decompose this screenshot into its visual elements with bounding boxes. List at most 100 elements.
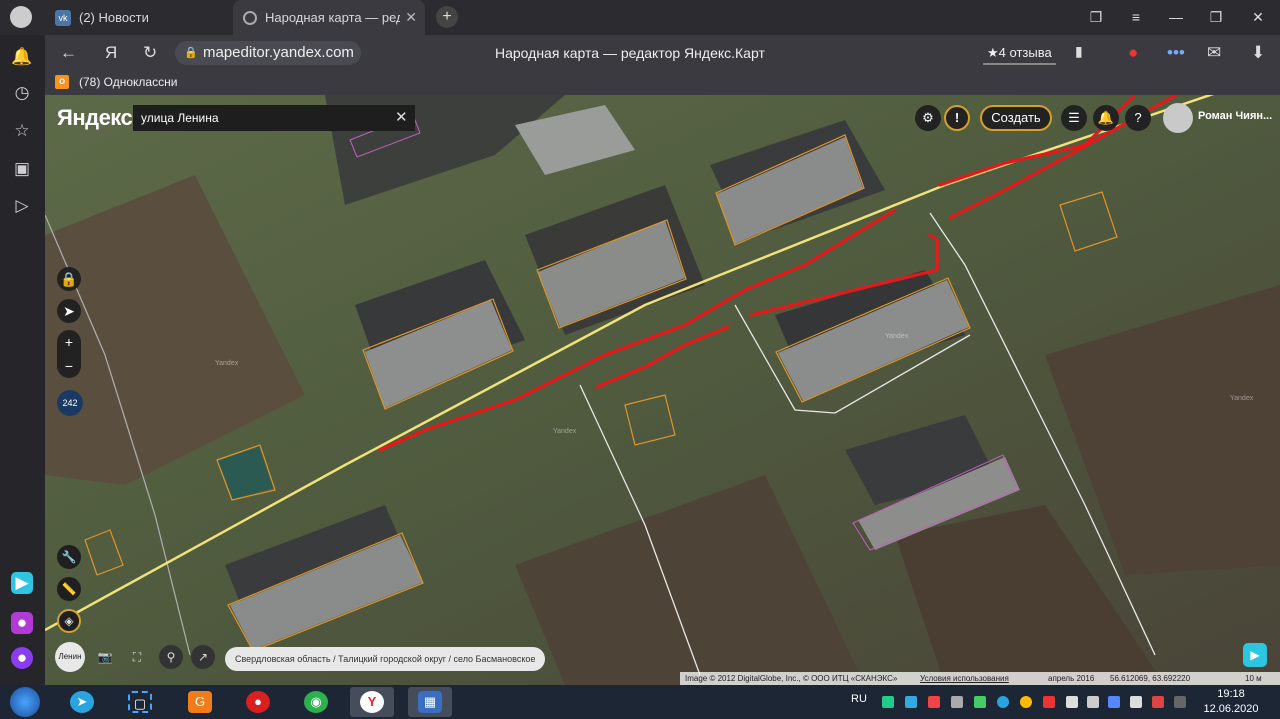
- tray-icon[interactable]: [1152, 696, 1164, 708]
- tab-map-editor-label: Народная карта — ред: [265, 10, 400, 25]
- avatar[interactable]: [1163, 103, 1193, 133]
- play-icon[interactable]: ▷: [11, 195, 33, 217]
- imagery-date: апрель 2016: [1048, 674, 1095, 683]
- notification-icon[interactable]: 🔔: [1093, 105, 1119, 131]
- minimize-icon[interactable]: —: [1164, 6, 1188, 28]
- odnoklassniki-icon: о: [55, 75, 69, 89]
- clock-time: 19:18: [1217, 688, 1245, 700]
- alert-button[interactable]: !: [944, 105, 970, 131]
- close-window-icon[interactable]: ✕: [1246, 6, 1270, 28]
- back-icon[interactable]: ←: [60, 43, 77, 63]
- bookmark-icon[interactable]: ▮: [1075, 43, 1083, 60]
- network-icon[interactable]: [1087, 696, 1099, 708]
- tray-icon[interactable]: [1108, 696, 1120, 708]
- feedback-icon[interactable]: ☰: [1061, 105, 1087, 131]
- address-bar: ← Я ↻ 🔒 mapeditor.yandex.com Народная ка…: [45, 35, 1280, 71]
- start-button[interactable]: [10, 687, 40, 717]
- tray-icon[interactable]: [1020, 696, 1032, 708]
- windows-taskbar: ➤ ▢ G ● ◉ Y ▦ RU 19:18 12.06.2020: [0, 685, 1280, 719]
- bell-icon[interactable]: 🔔: [11, 46, 33, 68]
- volume-icon[interactable]: [1130, 696, 1142, 708]
- zen-launch-icon[interactable]: ▶: [1243, 643, 1267, 667]
- wrench-icon[interactable]: 🔧: [57, 545, 81, 569]
- url-field[interactable]: 🔒 mapeditor.yandex.com: [175, 41, 361, 65]
- reviews-button[interactable]: ★4 отзыва: [983, 41, 1056, 65]
- settings-icon[interactable]: ⚙: [915, 105, 941, 131]
- tab-news[interactable]: vk (2) Новости: [45, 0, 230, 35]
- system-clock[interactable]: 19:18 12.06.2020: [1200, 687, 1262, 717]
- yandex-home-icon[interactable]: Я: [105, 43, 117, 63]
- zen-icon[interactable]: ▶: [11, 572, 33, 594]
- tray-icon[interactable]: [882, 696, 894, 708]
- tabs-icon[interactable]: ▣: [11, 158, 33, 180]
- taskbar-ladybug[interactable]: ●: [236, 687, 280, 717]
- map-watermark: Yandex: [1230, 395, 1254, 402]
- map-canvas[interactable]: [45, 95, 1280, 685]
- maximize-icon[interactable]: ❐: [1204, 6, 1228, 28]
- clear-search-icon[interactable]: ✕: [395, 108, 408, 126]
- map-watermark: Yandex: [215, 360, 239, 367]
- yandex-logo[interactable]: Яндекс: [57, 105, 133, 131]
- layers-icon[interactable]: ◈: [57, 609, 81, 633]
- taskbar-radio[interactable]: ◉: [294, 687, 338, 717]
- bookmarks-bar: о (78) Одноклассни: [45, 71, 1280, 95]
- panorama-icon[interactable]: ⛶: [125, 645, 149, 669]
- tab-map-editor[interactable]: Народная карта — ред ✕: [233, 0, 425, 35]
- taskbar-explorer[interactable]: ▦: [408, 687, 452, 717]
- browser-sidebar: 🔔 ◷ ☆ ▣ ▷ ▶ ● ●: [0, 35, 45, 685]
- search-input[interactable]: [133, 105, 415, 131]
- star-icon[interactable]: ☆: [11, 120, 33, 142]
- tray-icon[interactable]: [905, 696, 917, 708]
- terms-link[interactable]: Условия использования: [920, 672, 1009, 685]
- profile-avatar[interactable]: [10, 6, 32, 28]
- create-button[interactable]: Создать: [980, 105, 1052, 131]
- tray-icon[interactable]: [974, 696, 986, 708]
- tray-icon[interactable]: [1066, 696, 1078, 708]
- new-tab-button[interactable]: +: [436, 6, 458, 28]
- alice-icon[interactable]: ●: [11, 647, 33, 669]
- map-copyright: Image © 2012 DigitalGlobe, Inc., © ООО И…: [680, 672, 1280, 685]
- close-tab-icon[interactable]: ✕: [405, 9, 417, 26]
- zoom-level-badge[interactable]: 242: [57, 390, 83, 416]
- taskbar-pdf[interactable]: G: [178, 687, 222, 717]
- messenger-icon[interactable]: ●: [11, 612, 33, 634]
- ruler-icon[interactable]: 📏: [57, 577, 81, 601]
- reload-icon[interactable]: ↻: [143, 43, 157, 63]
- bookmark-odnoklassniki[interactable]: о (78) Одноклассни: [55, 75, 177, 89]
- tray-icon[interactable]: [951, 696, 963, 708]
- satellite-map[interactable]: Yandex Yandex Yandex Yandex Яндекс ✕ ⚙ !…: [45, 95, 1280, 685]
- breadcrumb[interactable]: Свердловская область / Талицкий городско…: [225, 647, 546, 671]
- map-watermark: Yandex: [885, 333, 909, 340]
- zoom-in-button[interactable]: +: [57, 330, 81, 354]
- download-icon[interactable]: ⬇: [1251, 43, 1265, 63]
- tray-icon[interactable]: [1043, 696, 1055, 708]
- more-icon[interactable]: •••: [1167, 43, 1185, 63]
- chat-icon[interactable]: ✉: [1207, 43, 1221, 63]
- history-icon[interactable]: ◷: [11, 82, 33, 104]
- browser-tab-bar: vk (2) Новости Народная карта — ред ✕ + …: [0, 0, 1280, 35]
- tray-icon[interactable]: [997, 696, 1009, 708]
- street-preview-button[interactable]: Ленин: [55, 642, 85, 672]
- yandex-browser-icon: Y: [360, 691, 384, 713]
- taskbar-yandex-browser[interactable]: Y: [350, 687, 394, 717]
- pin-icon[interactable]: ⚲: [159, 645, 183, 669]
- taskbar-telegram[interactable]: ➤: [60, 687, 104, 717]
- user-name[interactable]: Роман Чиян...: [1198, 110, 1272, 122]
- taskbar-screenshot[interactable]: ▢: [118, 687, 162, 717]
- url-text: mapeditor.yandex.com: [203, 44, 354, 61]
- menu-icon[interactable]: ≡: [1124, 6, 1148, 28]
- scale-label: 10 м: [1245, 674, 1262, 683]
- help-button[interactable]: ?: [1125, 105, 1151, 131]
- language-indicator[interactable]: RU: [851, 693, 867, 705]
- zoom-out-button[interactable]: −: [57, 354, 81, 378]
- tray-icon[interactable]: [928, 696, 940, 708]
- lock-icon[interactable]: 🔒: [57, 267, 81, 291]
- bookmark-label: (78) Одноклассни: [79, 75, 178, 89]
- share-icon[interactable]: ↗: [191, 645, 215, 669]
- geolocation-icon[interactable]: ➤: [57, 299, 81, 323]
- coordinates: 56.612069, 63.692220: [1110, 674, 1191, 683]
- camera-icon[interactable]: 📷: [93, 645, 117, 669]
- tray-icon[interactable]: [1174, 696, 1186, 708]
- yandex-maps-pin-icon[interactable]: ●: [1128, 43, 1138, 63]
- collections-icon[interactable]: ❐: [1084, 6, 1108, 28]
